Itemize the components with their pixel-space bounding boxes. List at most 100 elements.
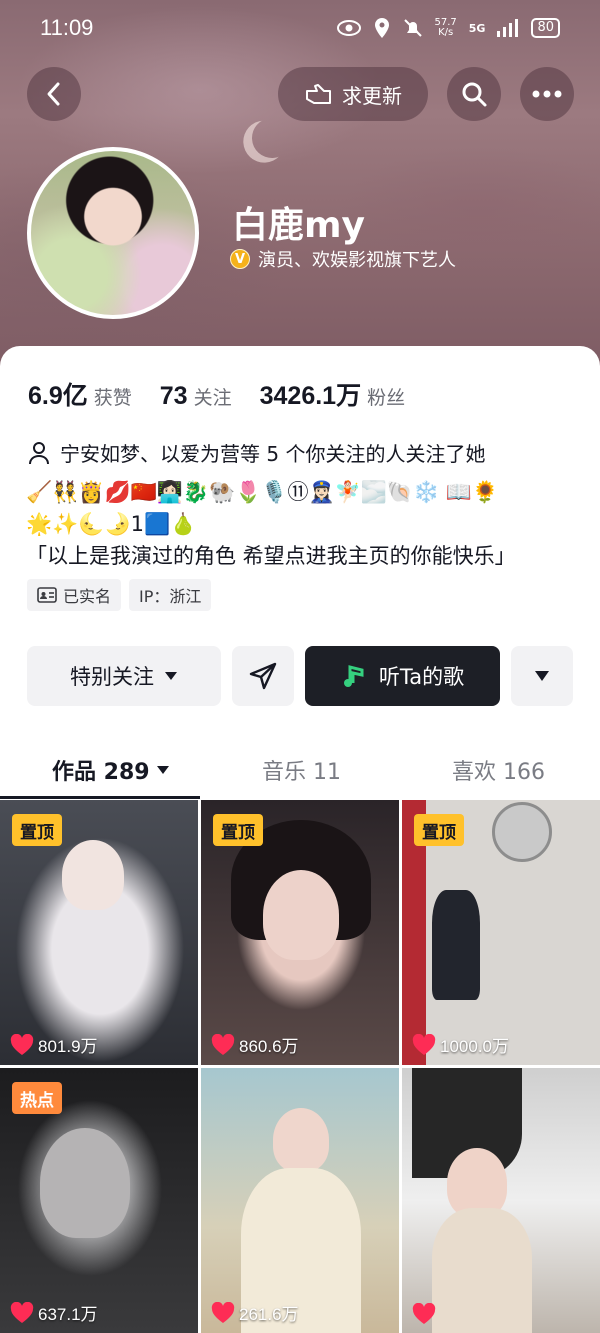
video-thumbnail-dress	[432, 1208, 532, 1333]
stat-label: 关注	[193, 387, 232, 409]
video-tile[interactable]: 置顶 1000.0万	[402, 800, 600, 1065]
mute-bell-icon	[403, 19, 422, 37]
person-icon	[29, 441, 49, 464]
like-count	[412, 1303, 440, 1325]
heart-icon	[10, 1301, 34, 1323]
video-thumbnail-face	[273, 1108, 329, 1172]
hot-badge: 热点	[12, 1082, 62, 1114]
tab-works-label: 作品 289	[52, 760, 150, 785]
network-type: 5G	[468, 21, 486, 35]
bio-quote: 「以上是我演过的角色 希望点进我主页的你能快乐」	[26, 544, 516, 568]
like-count-value: 637.1万	[38, 1305, 98, 1324]
chevron-left-icon	[47, 82, 60, 106]
message-button[interactable]	[232, 646, 294, 706]
stat-followers[interactable]: 3426.1万 粉丝	[260, 376, 405, 412]
heart-icon	[412, 1033, 436, 1055]
bio-emoji-line-1: 🧹👯👸💋🇨🇳👩🏻‍💻🐉🐏🌷🎙️⑪👮🏻‍♀️🧚🏻🌫️🐚❄️ 📖🌻	[26, 480, 499, 504]
active-tab-indicator	[0, 796, 200, 799]
mutual-friends[interactable]: 宁安如梦、以爱为营等 5 个你关注的人关注了她	[28, 438, 485, 467]
special-follow-button[interactable]: 特别关注	[27, 646, 221, 706]
more-button[interactable]	[520, 67, 574, 121]
heart-icon	[211, 1301, 235, 1323]
status-icons: 57.7 K/s 5G 80	[336, 17, 560, 39]
back-button[interactable]	[27, 67, 81, 121]
stat-label: 获赞	[93, 387, 132, 409]
pinned-badge: 置顶	[213, 814, 263, 846]
video-thumbnail-figure	[432, 890, 480, 1000]
verification-text: 演员、欢娱影视旗下艺人	[258, 250, 456, 271]
verified-badge-icon: V	[230, 249, 250, 269]
tag-verified-identity: 已实名	[27, 579, 122, 611]
caret-down-icon	[535, 671, 549, 681]
stat-likes[interactable]: 6.9亿 获赞	[28, 376, 132, 412]
profile-tags: 已实名 IP：浙江	[27, 579, 212, 611]
heart-icon	[10, 1033, 34, 1055]
video-thumbnail-face	[40, 1128, 130, 1238]
video-thumbnail-face	[62, 840, 124, 910]
pinned-badge: 置顶	[414, 814, 464, 846]
video-tile[interactable]: 置顶 860.6万	[201, 800, 399, 1065]
like-count-value: 801.9万	[38, 1037, 98, 1056]
send-icon	[249, 662, 277, 690]
stat-value: 6.9亿	[28, 382, 88, 410]
tab-likes[interactable]: 喜欢 166	[452, 754, 545, 786]
like-count: 1000.0万	[412, 1032, 509, 1057]
like-count: 860.6万	[211, 1032, 299, 1057]
avatar[interactable]	[27, 147, 199, 319]
stat-value: 73	[159, 382, 188, 410]
profile-name: 白鹿my	[232, 205, 365, 246]
status-time: 11:09	[40, 15, 94, 40]
tag-text: IP：浙江	[139, 587, 202, 606]
like-count: 261.6万	[211, 1300, 299, 1325]
video-tile[interactable]	[402, 1068, 600, 1333]
heart-icon	[412, 1303, 436, 1324]
net-speed: 57.7 K/s	[435, 18, 457, 38]
stat-value: 3426.1万	[259, 382, 362, 410]
status-bar: 11:09 57.7 K/s 5G 80	[0, 0, 600, 56]
like-count-value: 261.6万	[239, 1305, 299, 1324]
tab-works[interactable]: 作品 289	[52, 754, 170, 786]
tab-music[interactable]: 音乐 11	[262, 754, 341, 786]
video-grid: 置顶 801.9万 置顶 860.6万 置顶 1000.0万 热点 637.1万	[0, 800, 600, 1333]
stat-following[interactable]: 73 关注	[160, 382, 232, 411]
expand-button[interactable]	[511, 646, 573, 706]
net-speed-unit: K/s	[438, 27, 454, 38]
battery-indicator: 80	[531, 18, 560, 38]
special-follow-label: 特别关注	[70, 665, 154, 689]
listen-songs-button[interactable]: 听Ta的歌	[305, 646, 500, 706]
request-update-label: 求更新	[342, 83, 402, 108]
moon-decoration	[246, 112, 297, 163]
id-card-icon	[37, 587, 57, 603]
signal-icon	[497, 19, 519, 37]
verification-row: V 演员、欢娱影视旗下艺人	[230, 246, 456, 272]
video-tile[interactable]: 热点 637.1万	[0, 1068, 198, 1333]
like-count: 637.1万	[10, 1300, 98, 1325]
pointing-hand-icon	[306, 84, 331, 104]
video-thumbnail-mirror	[492, 802, 552, 862]
listen-songs-label: 听Ta的歌	[378, 665, 465, 689]
video-tile[interactable]: 261.6万	[201, 1068, 399, 1333]
music-note-icon	[343, 665, 364, 687]
pinned-badge: 置顶	[12, 814, 62, 846]
tab-likes-label: 喜欢 166	[452, 760, 545, 785]
stat-label: 粉丝	[367, 387, 406, 409]
mutual-friends-text: 宁安如梦、以爱为营等 5 个你关注的人关注了她	[60, 442, 486, 466]
caret-down-icon	[156, 766, 169, 774]
bio-emoji-line-2: 🌟✨🌜🌛1🟦🍐	[26, 512, 197, 536]
search-button[interactable]	[447, 67, 501, 121]
request-update-button[interactable]: 求更新	[278, 67, 428, 121]
tag-text: 已实名	[63, 587, 112, 606]
video-thumbnail-face	[263, 870, 339, 960]
video-tile[interactable]: 置顶 801.9万	[0, 800, 198, 1065]
content-tabs: 作品 289 音乐 11 喜欢 166	[0, 746, 600, 802]
like-count-value: 860.6万	[239, 1037, 299, 1056]
more-dots-icon	[532, 90, 562, 98]
like-count-value: 1000.0万	[440, 1037, 509, 1056]
tab-music-label: 音乐 11	[262, 760, 341, 785]
like-count: 801.9万	[10, 1032, 98, 1057]
action-buttons: 特别关注 听Ta的歌	[27, 646, 573, 706]
heart-icon	[211, 1033, 235, 1055]
stats-row: 6.9亿 获赞 73 关注 3426.1万 粉丝	[28, 376, 405, 412]
tag-ip-location: IP：浙江	[129, 579, 212, 611]
eye-icon	[336, 20, 361, 36]
